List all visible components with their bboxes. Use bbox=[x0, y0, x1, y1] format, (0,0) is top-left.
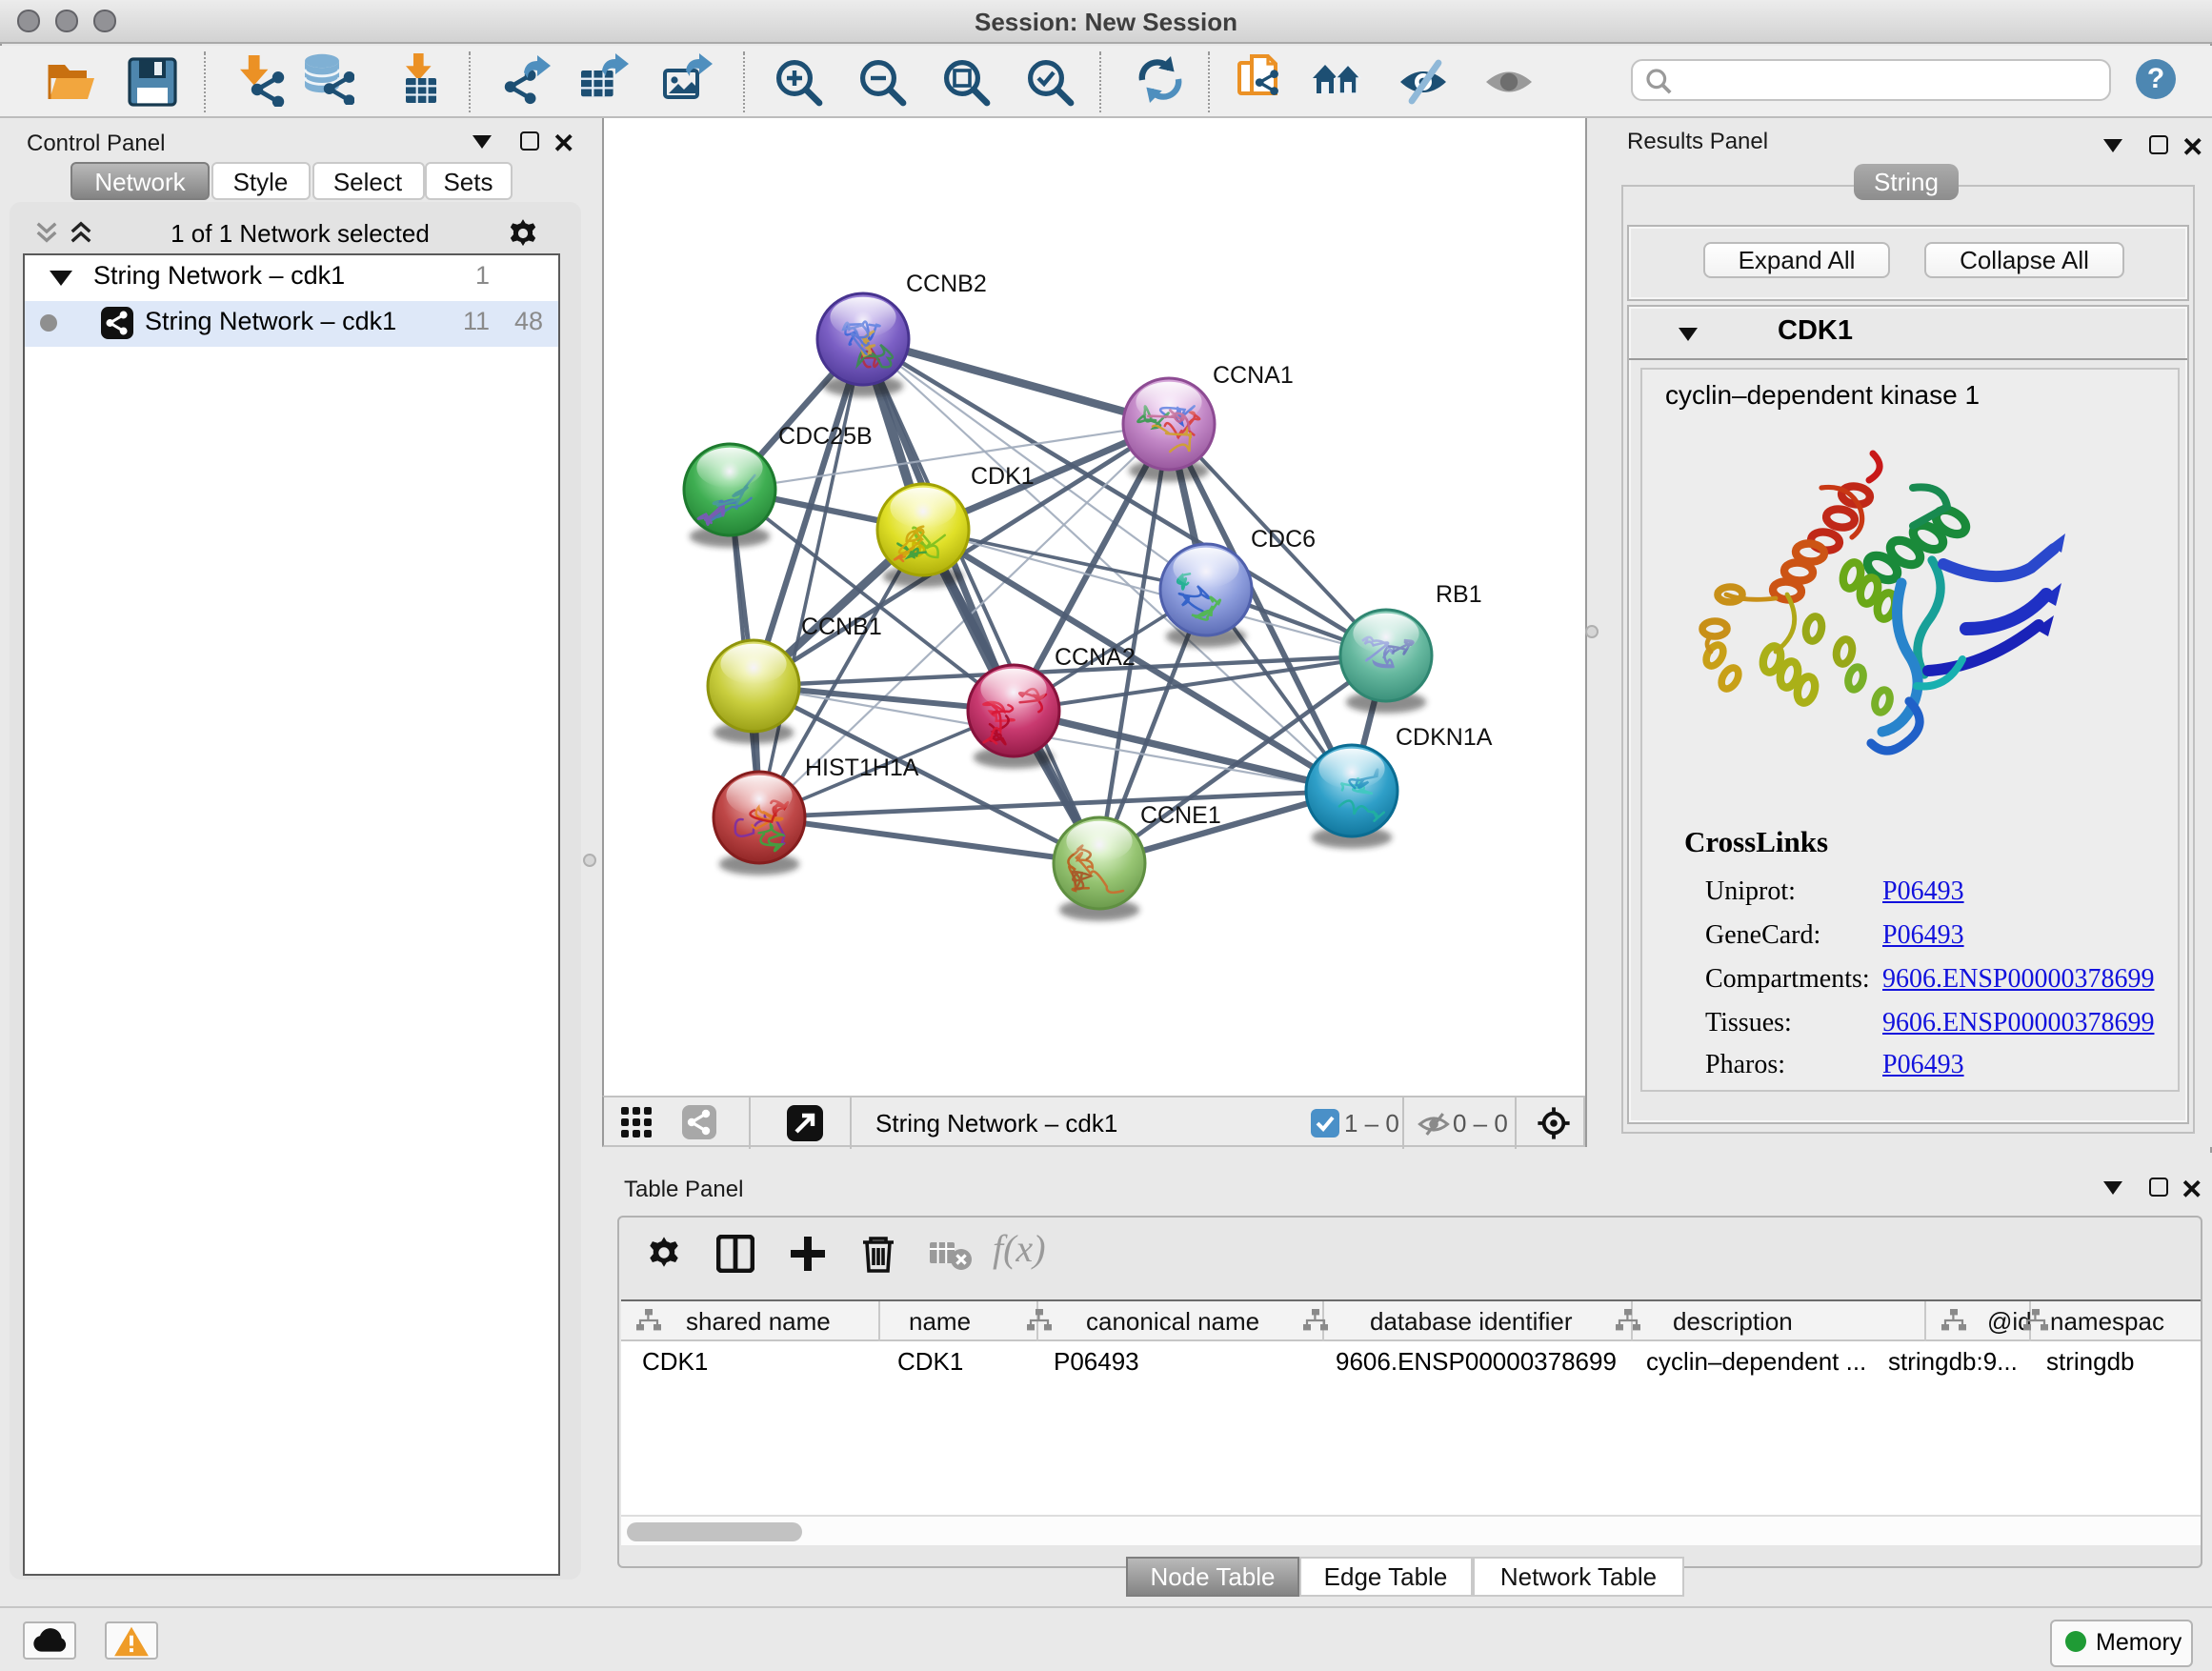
svg-text:CCNA1: CCNA1 bbox=[1212, 362, 1293, 389]
svg-text:CCNE1: CCNE1 bbox=[1139, 802, 1220, 829]
svg-text:CDC25B: CDC25B bbox=[777, 423, 872, 450]
svg-text:CCNB2: CCNB2 bbox=[905, 271, 986, 297]
svg-text:CDKN1A: CDKN1A bbox=[1395, 724, 1492, 751]
svg-text:HIST1H1A: HIST1H1A bbox=[804, 755, 918, 781]
svg-text:CDK1: CDK1 bbox=[970, 463, 1034, 490]
svg-text:CDC6: CDC6 bbox=[1250, 526, 1315, 553]
svg-text:CCNB1: CCNB1 bbox=[800, 614, 881, 640]
svg-text:RB1: RB1 bbox=[1435, 581, 1481, 608]
svg-text:CCNA2: CCNA2 bbox=[1054, 644, 1135, 671]
